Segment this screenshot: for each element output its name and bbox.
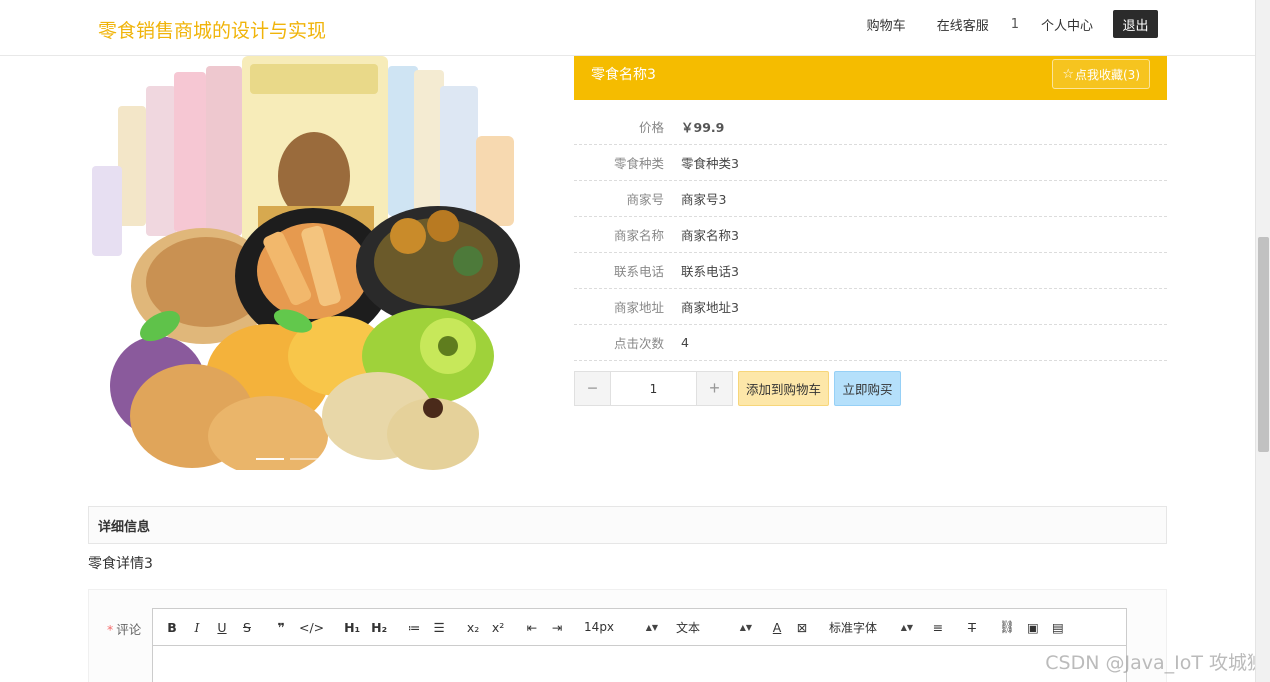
info-row-clicks: 点击次数 4 — [574, 325, 1167, 361]
info-label: 零食种类 — [613, 156, 664, 171]
font-size-select[interactable]: 14px ▲▼ — [584, 620, 658, 634]
info-value: 商家号3 — [681, 192, 727, 207]
bold-icon[interactable]: B — [165, 620, 179, 635]
select-arrow-icon: ▲▼ — [739, 622, 753, 632]
rich-text-editor[interactable]: B I U S ❞ </> H₁ H₂ ≔ ☰ x₂ x² ⇤ ⇥ 14px ▲… — [152, 608, 1127, 682]
favorite-label: 点我收藏(3) — [1075, 67, 1140, 82]
comment-form: * 评论 B I U S ❞ </> H₁ H₂ ≔ ☰ x₂ x² ⇤ ⇥ 1… — [88, 589, 1167, 682]
minus-icon: − — [587, 378, 598, 398]
info-label: 商家地址 — [613, 300, 664, 315]
carousel-indicator-active[interactable] — [256, 458, 284, 460]
info-label: 商家名称 — [613, 228, 664, 243]
video-icon[interactable]: ▤ — [1051, 620, 1065, 635]
add-to-cart-button[interactable]: 添加到购物车 — [738, 371, 829, 406]
text-type-value: 文本 — [676, 620, 701, 635]
quantity-input[interactable] — [610, 372, 697, 405]
info-value: 4 — [681, 335, 689, 350]
info-row-phone: 联系电话 联系电话3 — [574, 253, 1167, 289]
link-icon[interactable]: ⛓ — [999, 619, 1015, 635]
select-arrow-icon: ▲▼ — [645, 622, 659, 632]
info-row-merchant-name: 商家名称 商家名称3 — [574, 217, 1167, 253]
purchase-controls: − + 添加到购物车 立即购买 — [574, 371, 901, 406]
subscript-icon[interactable]: x₂ — [466, 620, 480, 635]
align-icon[interactable]: ≡ — [931, 620, 945, 635]
background-color-icon[interactable]: ⊠ — [795, 620, 809, 635]
star-icon: ☆ — [1062, 66, 1074, 82]
increase-button[interactable]: + — [697, 372, 732, 405]
font-family-select[interactable]: 标准字体 ▲▼ — [829, 619, 913, 636]
info-value: 零食种类3 — [681, 156, 739, 171]
font-family-value: 标准字体 — [829, 620, 878, 635]
text-type-select[interactable]: 文本 ▲▼ — [676, 619, 752, 636]
info-row-price: 价格 ￥99.9 — [574, 109, 1167, 145]
comment-label: * 评论 — [107, 619, 141, 638]
font-size-value: 14px — [584, 620, 615, 634]
header2-icon[interactable]: H₂ — [371, 620, 387, 635]
carousel-indicator[interactable] — [290, 458, 318, 460]
superscript-icon[interactable]: x² — [491, 620, 505, 635]
product-name: 零食名称3 — [591, 67, 656, 83]
top-nav: 购物车 在线客服 1 个人中心 退出 — [867, 10, 1158, 38]
watermark-text: CSDN @Java_IoT 攻城狮 — [1045, 652, 1266, 674]
info-row-address: 商家地址 商家地址3 — [574, 289, 1167, 325]
outdent-icon[interactable]: ⇤ — [525, 620, 539, 635]
product-info-list: 价格 ￥99.9 零食种类 零食种类3 商家号 商家号3 商家名称 商家名称3 … — [574, 109, 1167, 361]
info-value: 联系电话3 — [681, 264, 739, 279]
strikethrough-icon[interactable]: S — [240, 620, 254, 635]
detail-section-header: 详细信息 — [88, 506, 1167, 544]
nav-profile[interactable]: 个人中心 — [1041, 15, 1093, 34]
info-row-merchant-id: 商家号 商家号3 — [574, 181, 1167, 217]
plus-icon: + — [709, 378, 720, 398]
info-value-price: ￥99.9 — [681, 120, 725, 135]
favorite-button[interactable]: ☆ 点我收藏(3) — [1052, 59, 1150, 89]
image-icon[interactable]: ▣ — [1026, 620, 1040, 635]
site-brand[interactable]: 零食销售商城的设计与实现 — [98, 16, 326, 43]
nav-cart[interactable]: 购物车 — [867, 15, 906, 34]
select-arrow-icon: ▲▼ — [900, 622, 914, 632]
page-scrollbar[interactable] — [1255, 0, 1270, 682]
top-header: 零食销售商城的设计与实现 购物车 在线客服 1 个人中心 退出 — [0, 0, 1255, 56]
scrollbar-thumb[interactable] — [1258, 237, 1269, 452]
font-color-icon[interactable]: A — [770, 620, 784, 635]
product-image-carousel[interactable] — [88, 56, 520, 470]
code-block-icon[interactable]: </> — [299, 620, 324, 635]
info-label: 联系电话 — [613, 264, 664, 279]
info-label: 点击次数 — [613, 336, 664, 351]
indent-icon[interactable]: ⇥ — [550, 620, 564, 635]
decrease-button[interactable]: − — [575, 372, 610, 405]
info-label: 价格 — [638, 120, 664, 135]
detail-content: 零食详情3 — [88, 556, 153, 572]
ordered-list-icon[interactable]: ≔ — [407, 620, 421, 635]
snack-product-image — [92, 56, 520, 470]
editor-toolbar: B I U S ❞ </> H₁ H₂ ≔ ☰ x₂ x² ⇤ ⇥ 14px ▲… — [153, 609, 1126, 646]
logout-button[interactable]: 退出 — [1113, 10, 1158, 38]
bullet-list-icon[interactable]: ☰ — [432, 620, 446, 635]
quantity-stepper: − + — [574, 371, 733, 406]
header1-icon[interactable]: H₁ — [344, 620, 360, 635]
info-row-category: 零食种类 零食种类3 — [574, 145, 1167, 181]
nav-online-service[interactable]: 在线客服 — [937, 15, 989, 34]
required-mark: * — [107, 622, 114, 637]
underline-icon[interactable]: U — [215, 620, 229, 635]
info-label: 商家号 — [626, 192, 664, 207]
clear-format-icon[interactable]: T̶ — [965, 620, 979, 635]
blockquote-icon[interactable]: ❞ — [274, 620, 288, 635]
product-detail-page: 零食销售商城的设计与实现 购物车 在线客服 1 个人中心 退出 零食名称3 ☆ … — [0, 0, 1270, 682]
comment-label-text: 评论 — [116, 622, 142, 637]
nav-cart-count: 1 — [1010, 16, 1019, 32]
italic-icon[interactable]: I — [190, 620, 204, 635]
info-value: 商家名称3 — [681, 228, 739, 243]
buy-now-button[interactable]: 立即购买 — [834, 371, 901, 406]
info-value: 商家地址3 — [681, 300, 739, 315]
